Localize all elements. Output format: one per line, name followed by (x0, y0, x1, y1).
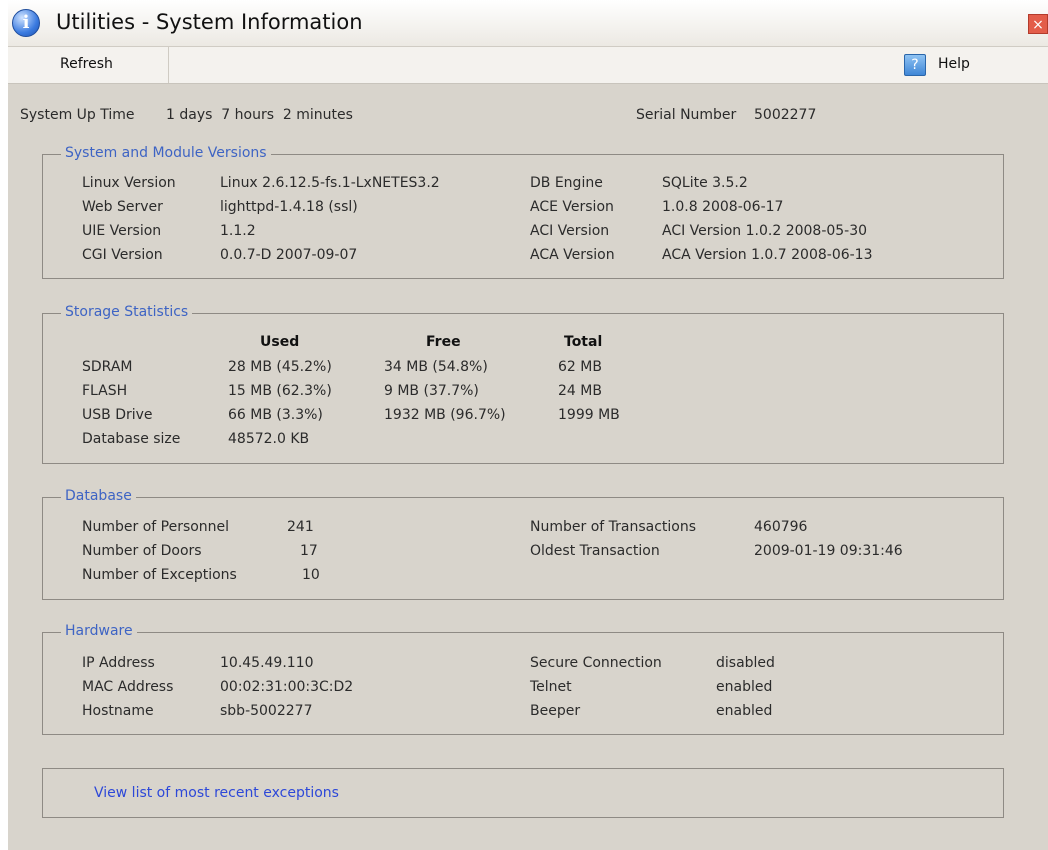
database-size-label: Database size (82, 431, 181, 447)
sdram-used: 28 MB (45.2%) (228, 359, 332, 375)
ip-address-value: 10.45.49.110 (220, 655, 314, 671)
database-size-value: 48572.0 KB (228, 431, 310, 447)
close-button[interactable]: × (1028, 14, 1048, 34)
sdram-free: 34 MB (54.8%) (384, 359, 488, 375)
hostname-value: sbb-5002277 (220, 703, 313, 719)
beeper-label: Beeper (530, 703, 581, 719)
storage-header-used: Used (260, 334, 300, 350)
uie-version-value: 1.1.2 (220, 223, 256, 239)
serial-number-value: 5002277 (754, 107, 817, 123)
sdram-total: 62 MB (558, 359, 602, 375)
sdram-label: SDRAM (82, 359, 133, 375)
doors-count-label: Number of Doors (82, 543, 202, 559)
linux-version-value: Linux 2.6.12.5-fs.1-LxNETES3.2 (220, 175, 440, 191)
telnet-value: enabled (716, 679, 773, 695)
system-information-window: i Utilities - System Information × Refre… (8, 0, 1048, 850)
aca-version-label: ACA Version (530, 247, 615, 263)
ace-version-value: 1.0.8 2008-06-17 (662, 199, 784, 215)
storage-group (42, 313, 1004, 464)
personnel-count-value: 241 (287, 519, 314, 535)
mac-address-value: 00:02:31:00:3C:D2 (220, 679, 354, 695)
transactions-count-label: Number of Transactions (530, 519, 697, 535)
refresh-button[interactable]: Refresh (8, 47, 169, 83)
refresh-label: Refresh (60, 56, 113, 72)
uie-version-label: UIE Version (82, 223, 162, 239)
aci-version-label: ACI Version (530, 223, 610, 239)
aca-version-value: ACA Version 1.0.7 2008-06-13 (662, 247, 873, 263)
title-bar: i Utilities - System Information × (8, 0, 1048, 46)
window-title: Utilities - System Information (56, 10, 363, 34)
serial-number-label: Serial Number (636, 107, 737, 123)
oldest-transaction-label: Oldest Transaction (530, 543, 660, 559)
usb-drive-label: USB Drive (82, 407, 153, 423)
cgi-version-label: CGI Version (82, 247, 163, 263)
ip-address-label: IP Address (82, 655, 155, 671)
versions-group-title: System and Module Versions (61, 145, 271, 161)
secure-connection-value: disabled (716, 655, 775, 671)
web-server-label: Web Server (82, 199, 163, 215)
storage-header-free: Free (426, 334, 461, 350)
telnet-label: Telnet (530, 679, 572, 695)
mac-address-label: MAC Address (82, 679, 174, 695)
info-icon: i (12, 9, 40, 37)
hostname-label: Hostname (82, 703, 154, 719)
linux-version-label: Linux Version (82, 175, 176, 191)
uptime-value: 1 days 7 hours 2 minutes (166, 107, 353, 123)
view-exceptions-link[interactable]: View list of most recent exceptions (94, 785, 339, 801)
help-icon[interactable]: ? (904, 54, 926, 76)
aci-version-value: ACI Version 1.0.2 2008-05-30 (662, 223, 868, 239)
web-server-value: lighttpd-1.4.18 (ssl) (220, 199, 358, 215)
ace-version-label: ACE Version (530, 199, 614, 215)
secure-connection-label: Secure Connection (530, 655, 662, 671)
hardware-group-title: Hardware (61, 623, 137, 639)
exceptions-count-label: Number of Exceptions (82, 567, 237, 583)
uptime-label: System Up Time (20, 107, 135, 123)
storage-group-title: Storage Statistics (61, 304, 193, 320)
hardware-group (42, 632, 1004, 735)
database-group-title: Database (61, 488, 136, 504)
usb-drive-total: 1999 MB (558, 407, 620, 423)
help-button[interactable]: Help (938, 56, 970, 72)
oldest-transaction-value: 2009-01-19 09:31:46 (754, 543, 903, 559)
transactions-count-value: 460796 (754, 519, 808, 535)
flash-free: 9 MB (37.7%) (384, 383, 479, 399)
flash-label: FLASH (82, 383, 128, 399)
personnel-count-label: Number of Personnel (82, 519, 230, 535)
usb-drive-free: 1932 MB (96.7%) (384, 407, 506, 423)
toolbar: Refresh ? Help (8, 46, 1048, 84)
db-engine-label: DB Engine (530, 175, 603, 191)
usb-drive-used: 66 MB (3.3%) (228, 407, 323, 423)
cgi-version-value: 0.0.7-D 2007-09-07 (220, 247, 358, 263)
exceptions-count-value: 10 (302, 567, 320, 583)
flash-used: 15 MB (62.3%) (228, 383, 332, 399)
doors-count-value: 17 (300, 543, 318, 559)
beeper-value: enabled (716, 703, 773, 719)
db-engine-value: SQLite 3.5.2 (662, 175, 748, 191)
storage-header-total: Total (564, 334, 603, 350)
flash-total: 24 MB (558, 383, 602, 399)
